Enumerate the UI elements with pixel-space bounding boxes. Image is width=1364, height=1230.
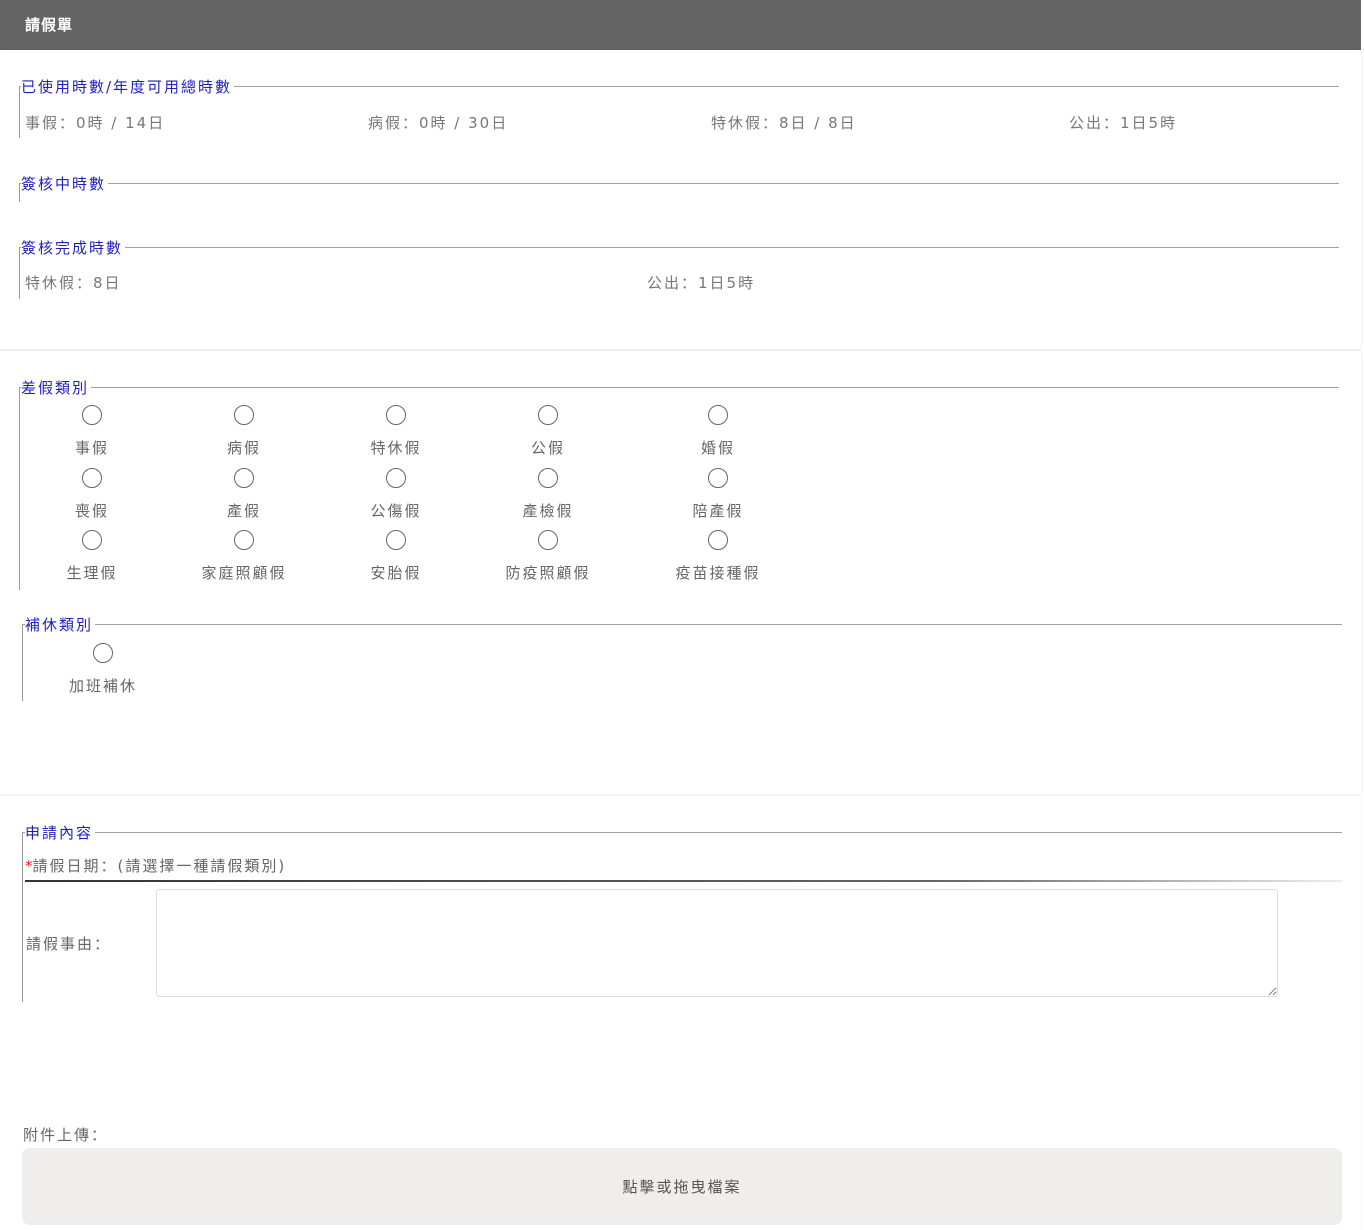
leave-option-label: 疫苗接種假 — [675, 564, 761, 582]
leave-option-label: 安胎假 — [370, 564, 422, 582]
leave-option-3[interactable]: 公假 — [473, 405, 623, 458]
completed-business-trip: 公出：1日5時 — [647, 274, 756, 292]
completed-legend: 簽核完成時數 — [21, 237, 126, 258]
leave-option-label: 產檢假 — [522, 502, 574, 520]
leave-option-10[interactable]: 生理假 — [17, 530, 167, 583]
leave-option-8[interactable]: 產檢假 — [473, 468, 623, 521]
completed-annual-leave: 特休假：8日 — [25, 274, 122, 292]
dropzone-text: 點擊或拖曳檔案 — [622, 1178, 742, 1196]
usage-annual-leave: 特休假：8日 / 8日 — [711, 114, 857, 132]
leave-type-legend: 差假類別 — [21, 377, 92, 398]
leave-option-label: 陪產假 — [692, 502, 744, 520]
leave-option-radio[interactable] — [386, 530, 406, 550]
leave-option-label: 特休假 — [370, 439, 422, 457]
application-fieldset — [22, 832, 23, 1002]
leave-option-4[interactable]: 婚假 — [643, 405, 793, 458]
comp-option-overtime[interactable]: 加班補休 — [28, 643, 178, 696]
application-panel: 申請內容 *請假日期：(請選擇一種請假類別) 請假事由： 附件上傳： 點擊或拖曳… — [0, 796, 1361, 1230]
usage-business-trip: 公出：1日5時 — [1069, 114, 1178, 132]
leave-option-2[interactable]: 特休假 — [321, 405, 471, 458]
leave-option-radio[interactable] — [538, 530, 558, 550]
leave-option-label: 病假 — [226, 439, 261, 457]
leave-option-label: 公傷假 — [370, 502, 422, 520]
usage-legend: 已使用時數/年度可用總時數 — [21, 76, 235, 97]
page-header: 請假單 — [0, 0, 1361, 50]
leave-option-12[interactable]: 安胎假 — [321, 530, 471, 583]
file-dropzone[interactable]: 點擊或拖曳檔案 — [22, 1148, 1342, 1225]
leave-option-label: 防疫照顧假 — [505, 564, 591, 582]
comp-overtime-radio[interactable] — [93, 643, 113, 663]
leave-option-9[interactable]: 陪產假 — [643, 468, 793, 521]
leave-date-label: *請假日期：(請選擇一種請假類別) — [25, 855, 286, 876]
leave-option-6[interactable]: 產假 — [169, 468, 319, 521]
leave-option-radio[interactable] — [708, 468, 728, 488]
comp-overtime-label: 加班補休 — [68, 677, 137, 695]
leave-option-13[interactable]: 防疫照顧假 — [473, 530, 623, 583]
leave-option-radio[interactable] — [82, 405, 102, 425]
leave-option-label: 公假 — [530, 439, 565, 457]
comp-type-legend: 補休類別 — [25, 614, 96, 635]
leave-date-field[interactable] — [25, 880, 1342, 882]
pending-legend: 簽核中時數 — [21, 173, 109, 194]
leave-option-14[interactable]: 疫苗接種假 — [643, 530, 793, 583]
leave-option-radio[interactable] — [538, 468, 558, 488]
required-mark: * — [25, 857, 33, 875]
type-panel: 差假類別 事假 病假 特休假 公假 婚假喪假 產假 公傷假 產檢假 陪產假生理假 家庭照顧假 安胎假… — [0, 351, 1361, 794]
leave-option-label: 家庭照顧假 — [201, 564, 287, 582]
leave-option-radio[interactable] — [82, 468, 102, 488]
leave-option-1[interactable]: 病假 — [169, 405, 319, 458]
leave-option-label: 事假 — [74, 439, 109, 457]
leave-option-radio[interactable] — [708, 530, 728, 550]
leave-option-label: 生理假 — [66, 564, 118, 582]
leave-option-5[interactable]: 喪假 — [17, 468, 167, 521]
leave-option-radio[interactable] — [234, 530, 254, 550]
leave-reason-label: 請假事由： — [26, 935, 112, 953]
leave-option-radio[interactable] — [234, 405, 254, 425]
leave-option-radio[interactable] — [538, 405, 558, 425]
summary-panel: 已使用時數/年度可用總時數 事假：0時 / 14日 病假：0時 / 30日 特休… — [0, 50, 1361, 349]
pending-fieldset — [19, 183, 20, 202]
leave-option-label: 產假 — [226, 502, 261, 520]
leave-option-label: 喪假 — [74, 502, 109, 520]
leave-option-0[interactable]: 事假 — [17, 405, 167, 458]
leave-option-7[interactable]: 公傷假 — [321, 468, 471, 521]
page-title: 請假單 — [25, 16, 74, 34]
comp-type-fieldset — [22, 624, 23, 701]
application-legend: 申請內容 — [25, 822, 96, 843]
leave-option-radio[interactable] — [386, 468, 406, 488]
usage-sick-leave: 病假：0時 / 30日 — [368, 114, 509, 132]
leave-option-radio[interactable] — [708, 405, 728, 425]
usage-fieldset — [19, 86, 20, 138]
leave-option-radio[interactable] — [82, 530, 102, 550]
leave-option-11[interactable]: 家庭照顧假 — [169, 530, 319, 583]
completed-fieldset — [19, 247, 20, 299]
attachment-label: 附件上傳： — [23, 1126, 109, 1144]
leave-option-radio[interactable] — [234, 468, 254, 488]
usage-personal-leave: 事假：0時 / 14日 — [25, 114, 166, 132]
leave-option-label: 婚假 — [700, 439, 735, 457]
leave-reason-textarea[interactable] — [156, 889, 1278, 997]
leave-option-radio[interactable] — [386, 405, 406, 425]
leave-date-text: 請假日期：(請選擇一種請假類別) — [32, 857, 287, 875]
